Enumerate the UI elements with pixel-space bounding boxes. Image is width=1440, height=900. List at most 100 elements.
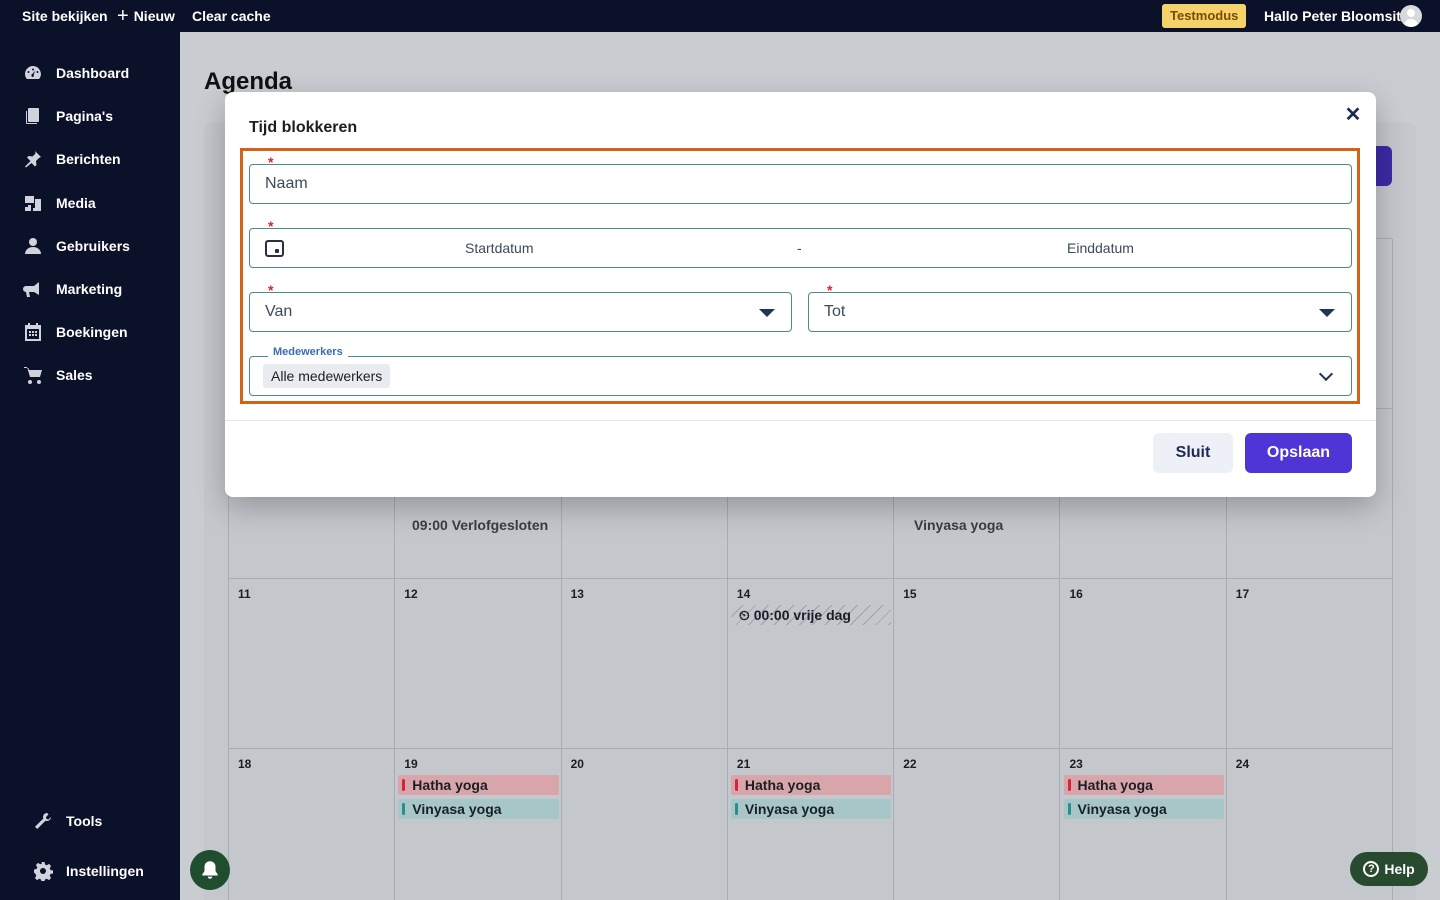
admin-top-bar: Site bekijken + Nieuw Clear cache Testmo… xyxy=(0,0,1440,32)
sidebar-item-label: Dashboard xyxy=(56,65,130,81)
partially-hidden-event[interactable]: Vinyasa yoga xyxy=(914,517,1003,533)
view-site-link[interactable]: Site bekijken xyxy=(22,0,108,32)
notifications-button[interactable] xyxy=(190,850,230,890)
day-number: 14 xyxy=(736,587,751,601)
test-mode-badge: Testmodus xyxy=(1162,4,1247,28)
gear-icon xyxy=(32,860,54,882)
calendar-event[interactable]: Hatha yoga xyxy=(730,775,892,795)
staff-select[interactable]: Medewerkers Alle medewerkers xyxy=(249,346,1352,396)
calendar-event[interactable]: Vinyasa yoga xyxy=(730,799,892,819)
calendar-day-cell[interactable]: 11 xyxy=(229,579,396,749)
sidebar-item-posts[interactable]: Berichten xyxy=(22,147,121,171)
caret-down-icon xyxy=(759,309,775,317)
dashboard-icon xyxy=(22,62,44,84)
close-icon[interactable]: ✕ xyxy=(1343,104,1363,126)
plus-icon: + xyxy=(117,5,129,27)
sidebar-item-label: Media xyxy=(56,195,96,211)
sidebar-item-label: Boekingen xyxy=(56,324,128,340)
calendar-event[interactable]: Vinyasa yoga xyxy=(398,799,559,819)
calendar-day-cell[interactable]: 17 xyxy=(1226,579,1394,749)
day-number: 16 xyxy=(1069,587,1083,601)
calendar-day-cell[interactable]: 20 xyxy=(562,749,728,900)
modal-footer-divider xyxy=(225,420,1376,421)
name-placeholder: Naam xyxy=(265,175,308,192)
sidebar-item-marketing[interactable]: Marketing xyxy=(22,277,122,301)
name-input[interactable]: * Naam xyxy=(249,154,1352,204)
staff-legend: Medewerkers xyxy=(268,346,348,358)
help-button[interactable]: ? Help xyxy=(1350,852,1428,886)
staff-chip[interactable]: Alle medewerkers xyxy=(263,364,391,388)
date-range-picker[interactable]: * Startdatum - Einddatum xyxy=(249,218,1352,268)
sidebar-item-tools[interactable]: Tools xyxy=(32,809,102,833)
to-time-select[interactable]: * Tot xyxy=(808,282,1352,332)
from-placeholder: Van xyxy=(265,303,293,320)
new-menu[interactable]: + Nieuw xyxy=(117,0,175,32)
calendar-event[interactable]: Hatha yoga xyxy=(1063,775,1224,795)
calendar-event[interactable]: Vinyasa yoga xyxy=(1063,799,1224,819)
day-number: 18 xyxy=(238,757,252,771)
day-number: 21 xyxy=(736,757,751,771)
chevron-down-icon xyxy=(1318,366,1334,382)
sidebar-item-dashboard[interactable]: Dashboard xyxy=(22,61,129,85)
day-number: 17 xyxy=(1235,587,1250,601)
day-number: 20 xyxy=(570,757,584,771)
calendar-day-cell[interactable]: 19 Hatha yoga Vinyasa yoga xyxy=(395,749,562,900)
help-label: Help xyxy=(1384,861,1415,877)
required-marker: * xyxy=(268,218,274,234)
day-number: 11 xyxy=(238,587,251,601)
sidebar-item-label: Pagina's xyxy=(56,108,114,124)
sidebar-item-sales[interactable]: Sales xyxy=(22,363,93,387)
calendar-day-cell[interactable]: 12 xyxy=(395,579,562,749)
sidebar-item-pages[interactable]: Pagina's xyxy=(22,104,113,128)
avatar[interactable] xyxy=(1400,5,1422,27)
sidebar-item-label: Sales xyxy=(56,367,93,383)
pages-icon xyxy=(22,105,44,127)
day-number: 24 xyxy=(1235,757,1250,771)
calendar-event[interactable]: Hatha yoga xyxy=(398,775,559,795)
calendar-day-cell[interactable]: 18 xyxy=(229,749,396,900)
start-date-field[interactable]: Startdatum xyxy=(465,240,533,256)
calendar-day-cell[interactable]: 15 xyxy=(894,579,1061,749)
to-placeholder: Tot xyxy=(824,303,846,320)
day-number: 22 xyxy=(903,757,917,771)
required-marker: * xyxy=(827,282,833,298)
day-number: 19 xyxy=(404,757,418,771)
sidebar-item-label: Instellingen xyxy=(66,863,144,879)
sidebar-item-label: Gebruikers xyxy=(56,238,130,254)
from-time-select[interactable]: * Van xyxy=(249,282,792,332)
clear-cache-link[interactable]: Clear cache xyxy=(192,0,271,32)
sidebar-item-media[interactable]: Media xyxy=(22,191,96,215)
day-number: 23 xyxy=(1069,757,1083,771)
pin-icon xyxy=(22,148,44,170)
user-icon xyxy=(22,235,44,257)
sidebar-item-label: Berichten xyxy=(56,151,121,167)
new-label: Nieuw xyxy=(133,8,175,24)
sidebar-item-settings[interactable]: Instellingen xyxy=(32,859,144,883)
sidebar-item-bookings[interactable]: Boekingen xyxy=(22,320,128,344)
cart-icon xyxy=(22,364,44,386)
calendar-day-cell[interactable]: 22 xyxy=(894,749,1061,900)
calendar-day-cell[interactable]: 23 Hatha yoga Vinyasa yoga xyxy=(1061,749,1227,900)
close-button[interactable]: Sluit xyxy=(1153,433,1233,473)
megaphone-icon xyxy=(22,278,44,300)
range-separator: - xyxy=(797,240,802,256)
day-number: 15 xyxy=(903,587,917,601)
caret-down-icon xyxy=(1319,309,1335,317)
question-icon: ? xyxy=(1363,861,1380,877)
media-icon xyxy=(22,192,44,214)
sidebar: Dashboard Pagina's Berichten Media Gebru… xyxy=(0,32,180,900)
day-number: 13 xyxy=(570,587,584,601)
user-greeting[interactable]: Hallo Peter Bloomsite xyxy=(1264,0,1409,32)
partially-hidden-event[interactable]: 09:00 Verlofgesloten xyxy=(412,517,548,533)
end-date-field[interactable]: Einddatum xyxy=(1067,240,1134,256)
calendar-day-cell[interactable]: 16 xyxy=(1060,579,1227,749)
calendar-day-cell[interactable]: 21 Hatha yoga Vinyasa yoga xyxy=(728,749,895,900)
required-marker: * xyxy=(268,154,274,170)
calendar-day-cell[interactable]: 14 ⏲ 00:00 vrije dag xyxy=(727,579,895,749)
block-time-modal: Tijd blokkeren ✕ * Naam * Startdatum - E… xyxy=(225,92,1376,497)
save-button[interactable]: Opslaan xyxy=(1245,433,1352,473)
calendar-day-cell[interactable]: 13 xyxy=(561,579,728,749)
sidebar-item-users[interactable]: Gebruikers xyxy=(22,234,130,258)
day-number: 12 xyxy=(404,587,418,601)
calendar-event[interactable]: ⏲ 00:00 vrije dag xyxy=(730,605,892,625)
